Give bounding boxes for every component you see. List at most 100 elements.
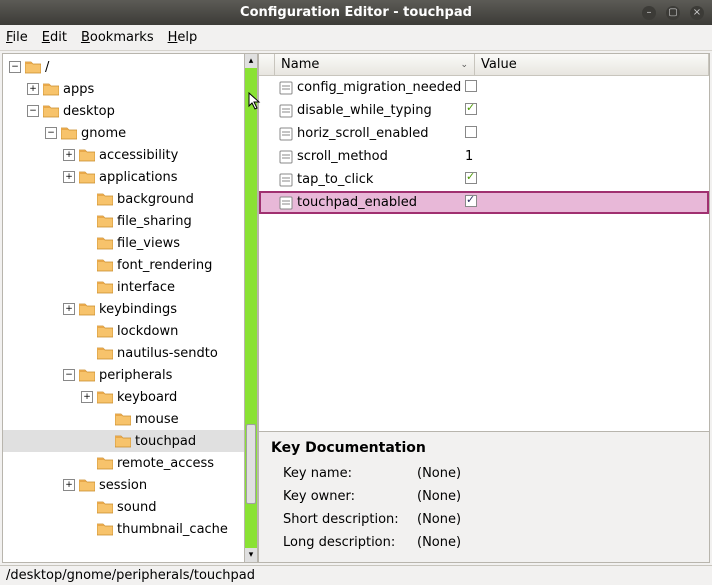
- expander-blank: [81, 347, 93, 359]
- doc-title: Key Documentation: [271, 440, 697, 456]
- expander-blank: [81, 281, 93, 293]
- tree-scrollbar[interactable]: ▴ ▾: [244, 53, 258, 563]
- folder-icon: [97, 280, 113, 294]
- doc-keyname-value: (None): [417, 466, 697, 481]
- tree-item-apps[interactable]: + apps: [3, 78, 244, 100]
- tree-panel[interactable]: −/+apps−desktop−gnome+accessibility+appl…: [2, 53, 244, 563]
- menu-bookmarks[interactable]: Bookmarks: [81, 30, 154, 45]
- scroll-down-icon[interactable]: ▾: [245, 548, 257, 562]
- folder-icon: [25, 60, 41, 74]
- menu-help[interactable]: Help: [168, 30, 198, 45]
- expander-icon[interactable]: +: [63, 303, 75, 315]
- expander-icon[interactable]: +: [63, 171, 75, 183]
- header-name-label: Name: [281, 57, 319, 72]
- tree-item-gnome[interactable]: − gnome: [3, 122, 244, 144]
- tree-item-keyboard[interactable]: +keyboard: [3, 386, 244, 408]
- tree-label: file_views: [117, 236, 180, 251]
- table-row[interactable]: tap_to_click: [259, 168, 709, 191]
- table-row[interactable]: scroll_method1: [259, 145, 709, 168]
- expander-icon[interactable]: −: [63, 369, 75, 381]
- expander-blank: [81, 325, 93, 337]
- tree-label: apps: [63, 82, 94, 97]
- tree-item-mouse[interactable]: mouse: [3, 408, 244, 430]
- tree-item-lockdown[interactable]: lockdown: [3, 320, 244, 342]
- tree-item-font_rendering[interactable]: font_rendering: [3, 254, 244, 276]
- key-icon: [279, 127, 293, 141]
- doc-long-label: Long description:: [283, 535, 413, 550]
- table-row[interactable]: touchpad_enabled: [259, 191, 709, 214]
- tree-item-file_views[interactable]: file_views: [3, 232, 244, 254]
- table-header: Name ⌄ Value: [259, 54, 709, 76]
- key-table: Name ⌄ Value config_migration_neededdisa…: [258, 53, 710, 432]
- minimize-icon[interactable]: –: [642, 6, 656, 20]
- tree-item-interface[interactable]: interface: [3, 276, 244, 298]
- checkbox[interactable]: [465, 80, 477, 92]
- folder-icon: [97, 346, 113, 360]
- folder-icon: [97, 214, 113, 228]
- cell-name: config_migration_needed: [297, 80, 461, 95]
- folder-icon: [79, 368, 95, 382]
- expander-icon[interactable]: −: [27, 105, 39, 117]
- tree-item-keybindings[interactable]: + keybindings: [3, 298, 244, 320]
- tree-item-touchpad[interactable]: touchpad: [3, 430, 244, 452]
- header-value[interactable]: Value: [475, 54, 709, 75]
- folder-icon: [97, 456, 113, 470]
- expander-blank: [81, 501, 93, 513]
- doc-short-value: (None): [417, 512, 697, 527]
- tree-item-sound[interactable]: sound: [3, 496, 244, 518]
- scroll-thumb[interactable]: [246, 424, 256, 504]
- checkbox[interactable]: [465, 103, 477, 115]
- tree-item-session[interactable]: +session: [3, 474, 244, 496]
- expander-icon[interactable]: +: [63, 149, 75, 161]
- folder-icon: [43, 82, 59, 96]
- doc-short-label: Short description:: [283, 512, 413, 527]
- header-name[interactable]: Name ⌄: [275, 54, 475, 75]
- cell-value: 1: [465, 149, 473, 164]
- menubar: File Edit Bookmarks Help: [0, 25, 712, 51]
- tree-item-peripherals[interactable]: −peripherals: [3, 364, 244, 386]
- key-icon: [279, 150, 293, 164]
- cell-name: disable_while_typing: [297, 103, 432, 118]
- scroll-up-icon[interactable]: ▴: [245, 54, 257, 68]
- menu-edit[interactable]: Edit: [42, 30, 67, 45]
- expander-blank: [81, 523, 93, 535]
- checkbox[interactable]: [465, 126, 477, 138]
- cell-name: touchpad_enabled: [297, 195, 417, 210]
- table-row[interactable]: horiz_scroll_enabled: [259, 122, 709, 145]
- table-row[interactable]: disable_while_typing: [259, 99, 709, 122]
- tree-item-desktop[interactable]: − desktop: [3, 100, 244, 122]
- tree-item-accessibility[interactable]: +accessibility: [3, 144, 244, 166]
- folder-icon: [79, 302, 95, 316]
- tree-root[interactable]: −/: [3, 56, 244, 78]
- expander-blank: [81, 237, 93, 249]
- tree-label: gnome: [81, 126, 126, 141]
- tree-item-thumbnail_cache[interactable]: thumbnail_cache: [3, 518, 244, 540]
- menu-file[interactable]: File: [6, 30, 28, 45]
- checkbox[interactable]: [465, 172, 477, 184]
- tree-label: desktop: [63, 104, 115, 119]
- folder-icon: [61, 126, 77, 140]
- table-row[interactable]: config_migration_needed: [259, 76, 709, 99]
- checkbox[interactable]: [465, 195, 477, 207]
- tree-item-file_sharing[interactable]: file_sharing: [3, 210, 244, 232]
- tree-label: keybindings: [99, 302, 177, 317]
- expander-icon[interactable]: +: [63, 479, 75, 491]
- doc-keyname-label: Key name:: [283, 466, 413, 481]
- tree-item-background[interactable]: background: [3, 188, 244, 210]
- folder-icon: [97, 236, 113, 250]
- tree-item-applications[interactable]: +applications: [3, 166, 244, 188]
- tree-label: font_rendering: [117, 258, 212, 273]
- expander-icon[interactable]: −: [9, 61, 21, 73]
- doc-keyowner-label: Key owner:: [283, 489, 413, 504]
- expander-icon[interactable]: +: [27, 83, 39, 95]
- expander-icon[interactable]: −: [45, 127, 57, 139]
- maximize-icon[interactable]: ▢: [666, 6, 680, 20]
- close-icon[interactable]: ×: [690, 6, 704, 20]
- folder-icon: [97, 522, 113, 536]
- tree-item-remote_access[interactable]: remote_access: [3, 452, 244, 474]
- folder-icon: [115, 412, 131, 426]
- expander-icon[interactable]: +: [81, 391, 93, 403]
- tree-item-nautilus-sendto[interactable]: nautilus-sendto: [3, 342, 244, 364]
- tree-label: /: [45, 60, 49, 75]
- header-spacer: [259, 54, 275, 75]
